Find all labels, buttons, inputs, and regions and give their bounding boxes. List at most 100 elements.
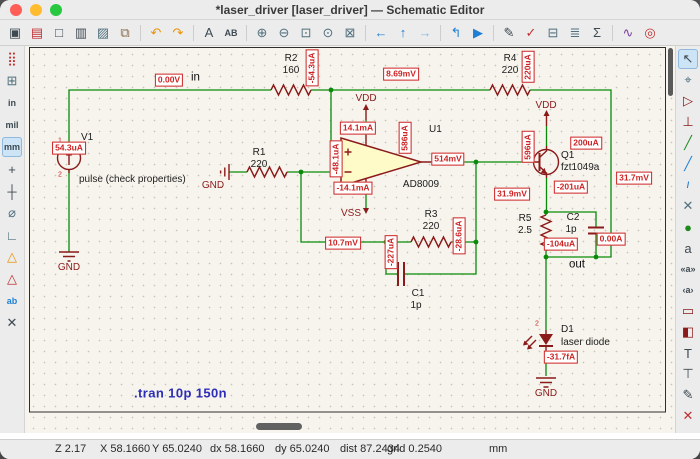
horizontal-scrollbar[interactable] [256,423,302,430]
vdd-label-q1[interactable]: VDD [535,101,556,111]
c1-value[interactable]: 1p [410,301,421,311]
schematic-canvas[interactable]: in out R2 160 R4 220 R1 220 R3 220 R5 2.… [25,46,675,433]
gnd-symbol-d1[interactable] [536,377,556,388]
highlight-net-icon[interactable]: ◎ [640,23,660,43]
q1-ref[interactable]: Q1 [561,151,574,161]
net-label-icon[interactable]: a [678,238,698,258]
annotation-feedback-voltage[interactable]: 10.7mV [325,236,361,250]
grid-overrides-icon[interactable]: ⊞ [2,71,22,91]
redo-icon[interactable]: ↷ [168,23,188,43]
bom-icon[interactable]: Σ [587,23,607,43]
r3-symbol[interactable] [410,235,452,249]
add-power-icon[interactable]: ⊥ [678,112,698,132]
annotation-d1-current[interactable]: -31.7fA [543,350,579,364]
annotation-u1-vminus-current[interactable]: -14.1mA [333,181,373,195]
add-text-icon[interactable]: T [678,343,698,363]
nav-up-icon[interactable]: ↑ [393,23,413,43]
erc-warnings-icon[interactable]: △ [2,247,22,267]
gnd-symbol-r1[interactable] [219,164,230,180]
q1-symbol[interactable] [532,146,560,178]
junction-icon[interactable]: ● [678,217,698,237]
erc-exclusions-icon[interactable]: ✕ [2,313,22,333]
r2-ref[interactable]: R2 [285,54,298,64]
annotation-mid-voltage[interactable]: 8.69mV [383,67,419,81]
vdd-symbol-q1[interactable] [543,110,550,126]
find-replace-icon[interactable]: AB [221,23,241,43]
nav-back-icon[interactable]: ← [371,23,391,43]
v1-value[interactable]: pulse (check properties) [79,175,186,185]
annotation-output-voltage[interactable]: 514mV [431,152,465,166]
r5-value[interactable]: 2.5 [518,226,532,236]
cursor-shape-icon[interactable]: + [2,159,22,179]
zoom-out-icon[interactable]: ⊖ [274,23,294,43]
vdd-label-u1[interactable]: VDD [355,94,376,104]
save-icon[interactable]: ▣ [5,23,25,43]
net-label-in[interactable]: in [191,72,200,84]
assign-footprints-icon[interactable]: ⊟ [543,23,563,43]
r3-ref[interactable]: R3 [425,210,438,220]
minimize-button[interactable] [30,4,42,16]
annotation-r4-current[interactable]: 220uA [521,51,535,83]
annotation-v1-current[interactable]: 54.3uA [52,141,86,155]
annotation-emitter-voltage[interactable]: 31.9mV [494,187,530,201]
add-sheet-icon[interactable]: ▭ [678,301,698,321]
print-icon[interactable]: ▥ [71,23,91,43]
annotation-q1-base-current[interactable]: 200uA [570,136,602,150]
c2-value[interactable]: 1p [565,225,576,235]
c2-ref[interactable]: C2 [567,213,580,223]
annotate-icon[interactable]: ✎ [499,23,519,43]
text-box-icon[interactable]: ⊤ [678,364,698,384]
u1-value[interactable]: AD8009 [403,180,439,190]
hv-lines-icon[interactable]: ∟ [2,225,22,245]
simulator-icon[interactable]: ∿ [618,23,638,43]
nav-forward-icon[interactable]: → [415,23,435,43]
zoom-window-button[interactable] [50,4,62,16]
erc-errors-icon[interactable]: △ [2,269,22,289]
select-tool-icon[interactable]: ↖ [678,49,698,69]
annotation-in-voltage[interactable]: 0.00V [154,73,184,87]
vdd-symbol-u1[interactable] [363,104,369,120]
leave-sheet-icon[interactable]: ↰ [446,23,466,43]
annotation-r5-current[interactable]: -104uA [543,237,579,251]
add-symbol-icon[interactable]: ▷ [678,91,698,111]
delete-tool-icon[interactable]: ✕ [678,406,698,426]
d1-value[interactable]: laser diode [561,338,610,348]
vss-symbol[interactable] [363,208,369,214]
draw-shapes-icon[interactable]: ✎ [678,385,698,405]
r4-ref[interactable]: R4 [504,54,517,64]
annotation-r2-current[interactable]: -54.3uA [305,49,319,87]
grid-toggle-icon[interactable]: ⣿ [2,49,22,69]
r3-value[interactable]: 220 [423,222,440,232]
no-connect-icon[interactable]: ✕ [678,196,698,216]
annotation-u1-input-current[interactable]: -48.1uA [329,140,343,178]
units-mm-button[interactable]: mm [2,137,22,157]
annotation-r3-current[interactable]: -28.6uA [452,217,466,255]
annotation-c2-current[interactable]: 0.00A [596,232,626,246]
d1-symbol[interactable] [523,330,553,352]
sim-directive[interactable]: .tran 10p 150n [134,387,227,400]
highlight-net-tool-icon[interactable]: ⌖ [678,70,698,90]
add-wire-icon[interactable]: ╱ [678,133,698,153]
annotation-q1-collector-current[interactable]: 596uA [521,131,535,163]
undo-icon[interactable]: ↶ [146,23,166,43]
plot-icon[interactable]: ▨ [93,23,113,43]
crosshair-icon[interactable]: ┼ [2,181,22,201]
c1-symbol[interactable] [397,262,405,286]
schematic-setup-icon[interactable]: ▤ [27,23,47,43]
q1-value[interactable]: fzt1049a [561,163,599,173]
u1-ref[interactable]: U1 [429,125,442,135]
hierarchy-navigator-icon[interactable]: ▶ [468,23,488,43]
r2-value[interactable]: 160 [283,66,300,76]
find-icon[interactable]: A [199,23,219,43]
vss-label[interactable]: VSS [341,209,361,219]
gnd-label-d1[interactable]: GND [535,389,557,399]
page-settings-icon[interactable]: □ [49,23,69,43]
annotation-c1-current[interactable]: -227uA [384,234,398,270]
net-label-out[interactable]: out [569,259,585,271]
r1-ref[interactable]: R1 [253,148,266,158]
add-bus-icon[interactable]: ╱ [678,154,698,174]
annotation-out-voltage[interactable]: 31.7mV [616,171,652,185]
close-button[interactable] [10,4,22,16]
r4-symbol[interactable] [489,83,531,97]
d1-ref[interactable]: D1 [561,325,574,335]
